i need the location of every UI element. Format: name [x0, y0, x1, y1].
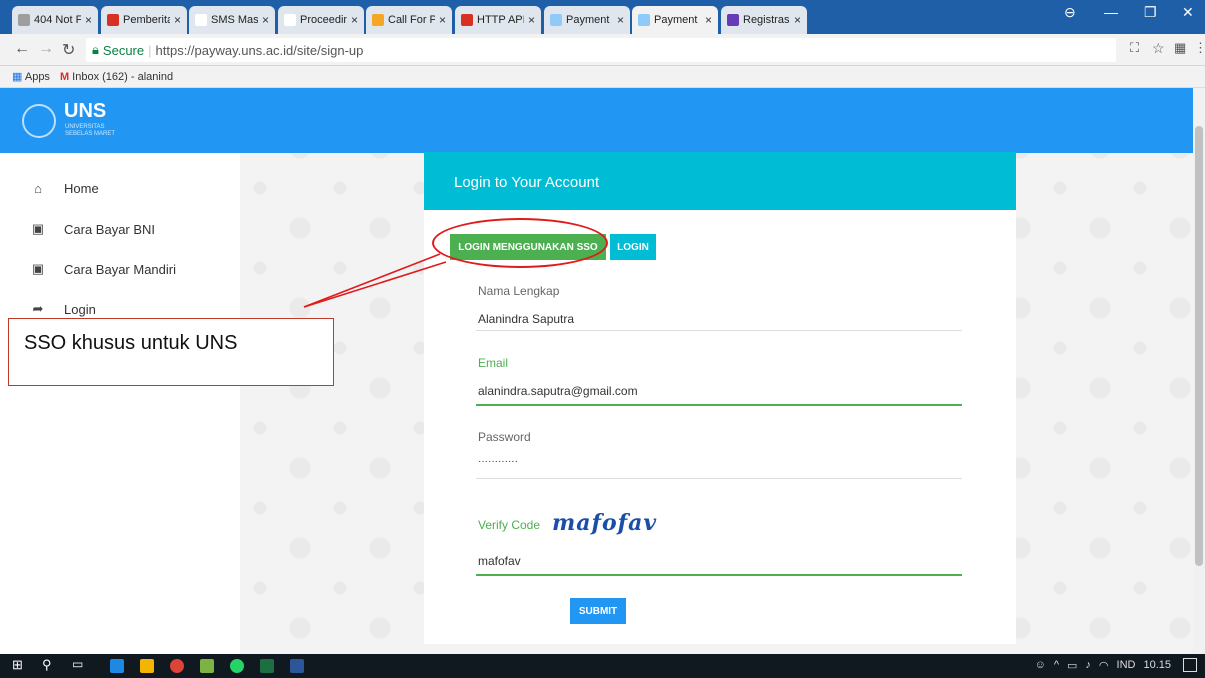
- task-view-icon[interactable]: ▭: [72, 657, 86, 671]
- tab-favicon-icon: [284, 14, 296, 26]
- tab-title: Payment Ga: [654, 14, 701, 26]
- clock[interactable]: 10.15: [1143, 659, 1171, 672]
- browser-tab[interactable]: HTTP API 1 ×: [455, 6, 541, 34]
- gmail-icon: M: [59, 70, 70, 83]
- battery-icon[interactable]: ▭: [1067, 659, 1077, 672]
- tab-title: Payment Ga: [566, 14, 613, 26]
- extension-icon[interactable]: ▦: [1174, 40, 1186, 56]
- secure-label: Secure: [102, 42, 145, 58]
- whatsapp-icon[interactable]: [230, 659, 244, 673]
- tab-favicon-icon: [372, 14, 384, 26]
- tab-favicon-icon: [18, 14, 30, 26]
- language-indicator[interactable]: IND: [1117, 659, 1136, 672]
- excel-icon[interactable]: [260, 659, 274, 673]
- people-icon[interactable]: ☺: [1035, 659, 1046, 672]
- browser-tab[interactable]: SMS Maskir ×: [189, 6, 275, 34]
- tab-favicon-icon: [550, 14, 562, 26]
- reload-icon[interactable]: ↻: [62, 40, 75, 60]
- tab-favicon-icon: [195, 14, 207, 26]
- app-icon[interactable]: [200, 659, 214, 673]
- menu-dots-icon[interactable]: ⋮: [1194, 40, 1205, 56]
- minimize-button[interactable]: —: [1104, 4, 1118, 20]
- browser-tab-bar: 404 Not Fo×Pemberitah×SMS Maskir×Proceed…: [0, 0, 1205, 34]
- tab-close-icon[interactable]: ×: [617, 13, 624, 27]
- tab-title: 404 Not Fo: [34, 14, 81, 26]
- bookmarks-bar: ▦ Apps M Inbox (162) - alanind: [0, 66, 1205, 88]
- tab-favicon-icon: [461, 14, 473, 26]
- lock-icon: 🔒︎: [92, 42, 99, 57]
- windows-start-icon[interactable]: ⊞: [12, 657, 26, 672]
- volume-icon[interactable]: ♪: [1085, 659, 1091, 672]
- tab-close-icon[interactable]: ×: [794, 13, 801, 27]
- apps-bookmark[interactable]: ▦ Apps: [12, 70, 50, 83]
- tab-close-icon[interactable]: ×: [174, 13, 181, 27]
- translate-icon[interactable]: ⛶: [1130, 40, 1139, 56]
- browser-tab[interactable]: Payment Ga ×: [544, 6, 630, 34]
- annotation-callout: SSO khusus untuk UNS: [8, 318, 334, 386]
- page-viewport: UNS UNIVERSITAS SEBELAS MARET ⌂ Home ▣ C…: [0, 88, 1193, 654]
- tab-close-icon[interactable]: ×: [439, 13, 446, 27]
- bookmark-star-icon[interactable]: ☆: [1152, 40, 1165, 57]
- search-icon[interactable]: ⚲: [42, 657, 56, 672]
- notification-icon[interactable]: [1183, 658, 1197, 672]
- tab-close-icon[interactable]: ×: [705, 13, 712, 27]
- tab-title: Pemberitah: [123, 14, 170, 26]
- tray-chevron-icon[interactable]: ^: [1054, 659, 1059, 672]
- browser-tab[interactable]: Call For Pap ×: [366, 6, 452, 34]
- system-tray: ☺ ^ ▭ ♪ ◠ IND 10.15: [1035, 659, 1171, 672]
- tab-title: Registrasi S: [743, 14, 790, 26]
- tab-favicon-icon: [638, 14, 650, 26]
- edge-icon[interactable]: [110, 659, 124, 673]
- browser-tab[interactable]: Pemberitah ×: [101, 6, 187, 34]
- tab-close-icon[interactable]: ×: [262, 13, 269, 27]
- file-explorer-icon[interactable]: [140, 659, 154, 673]
- url-text: https://payway.uns.ac.id/site/sign-up: [155, 42, 364, 58]
- tab-favicon-icon: [727, 14, 739, 26]
- tab-title: HTTP API 1: [477, 14, 524, 26]
- close-window-button[interactable]: ✕: [1182, 4, 1194, 21]
- windows-taskbar: ⊞ ⚲ ▭ ☺ ^ ▭ ♪ ◠ IND 10.15: [0, 654, 1205, 678]
- profile-icon[interactable]: ⊖: [1064, 4, 1076, 21]
- tab-title: Call For Pap: [388, 14, 435, 26]
- inbox-bookmark[interactable]: M Inbox (162) - alanind: [60, 71, 173, 83]
- back-arrow-icon[interactable]: ←: [14, 40, 30, 58]
- browser-tab[interactable]: 404 Not Fo ×: [12, 6, 98, 34]
- url-field[interactable]: 🔒︎ Secure | https://payway.uns.ac.id/sit…: [86, 38, 1116, 62]
- url-divider: |: [148, 42, 152, 58]
- restore-button[interactable]: ❐: [1144, 4, 1157, 21]
- tab-title: SMS Maskir: [211, 14, 258, 26]
- tab-favicon-icon: [107, 14, 119, 26]
- browser-tab[interactable]: Registrasi S ×: [721, 6, 807, 34]
- browser-tab[interactable]: Payment Ga ×: [632, 6, 718, 34]
- tab-close-icon[interactable]: ×: [528, 13, 535, 27]
- tab-close-icon[interactable]: ×: [85, 13, 92, 27]
- word-icon[interactable]: [290, 659, 304, 673]
- tab-close-icon[interactable]: ×: [351, 13, 358, 27]
- browser-tab[interactable]: Proceeding ×: [278, 6, 364, 34]
- network-icon[interactable]: ◠: [1099, 659, 1109, 672]
- address-bar-row: ← → ↻ 🔒︎ Secure | https://payway.uns.ac.…: [0, 34, 1205, 66]
- page-scrollbar[interactable]: [1193, 88, 1205, 654]
- tab-title: Proceeding: [300, 14, 347, 26]
- forward-arrow-icon[interactable]: →: [38, 40, 54, 58]
- chrome-icon[interactable]: [170, 659, 184, 673]
- apps-grid-icon: ▦: [12, 71, 23, 83]
- scrollbar-thumb[interactable]: [1195, 126, 1203, 566]
